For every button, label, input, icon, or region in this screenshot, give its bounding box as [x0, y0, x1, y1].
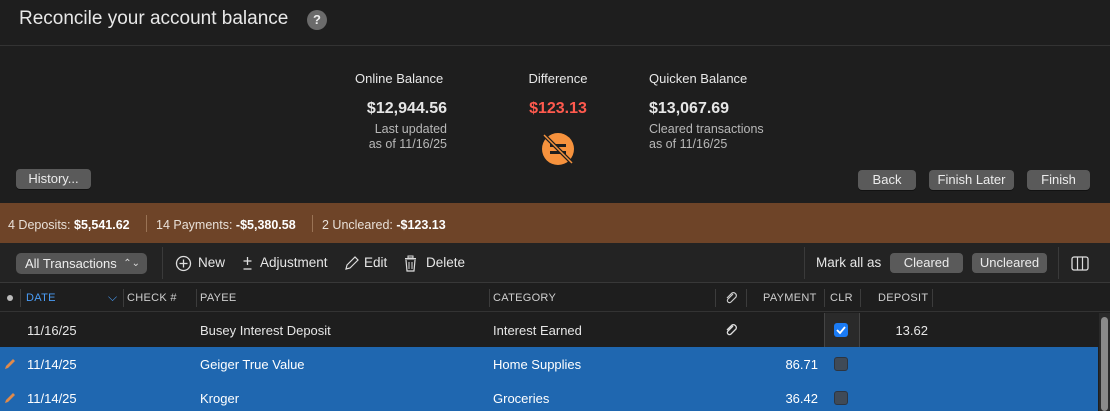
back-button[interactable]: Back	[858, 170, 916, 190]
delete-button[interactable]: Delete	[426, 255, 465, 270]
balance-summary: Online Balance $12,944.56 Last updated a…	[0, 47, 1110, 203]
row-date: 11/14/25	[27, 391, 77, 406]
column-clr[interactable]: CLR	[830, 292, 853, 304]
table-row[interactable]: 11/14/25 Geiger True Value Home Supplies…	[0, 347, 1098, 381]
transaction-filter-select[interactable]: All Transactions ⌃⌄	[16, 253, 147, 274]
row-payment: 86.71	[785, 357, 818, 372]
totals-bar: 4 Deposits: $5,541.62 14 Payments: -$5,3…	[0, 203, 1110, 243]
columns-icon[interactable]	[1071, 256, 1089, 271]
row-date: 11/14/25	[27, 357, 77, 372]
new-button[interactable]: New	[198, 255, 225, 270]
column-date[interactable]: DATE	[26, 292, 56, 304]
adjustment-button[interactable]: Adjustment	[260, 255, 328, 270]
column-deposit[interactable]: DEPOSIT	[878, 292, 928, 304]
edit-pencil-icon	[5, 393, 15, 403]
plus-circle-icon[interactable]	[175, 255, 192, 272]
column-payee[interactable]: PAYEE	[200, 292, 237, 304]
row-payee: Geiger True Value	[200, 357, 305, 372]
row-payee: Kroger	[200, 391, 240, 406]
quicken-balance-amount: $13,067.69	[649, 100, 730, 117]
table-row[interactable]: 11/16/25 Busey Interest Deposit Interest…	[0, 313, 1098, 347]
row-payee: Busey Interest Deposit	[200, 323, 331, 338]
row-category: Groceries	[493, 391, 550, 406]
online-balance-updated: Last updated	[374, 122, 447, 136]
online-balance-date: as of 11/16/25	[368, 137, 447, 151]
row-payment: 36.42	[785, 391, 818, 406]
quicken-balance-cleared: Cleared transactions	[649, 122, 764, 136]
check-icon	[836, 326, 846, 335]
column-payment[interactable]: PAYMENT	[763, 292, 817, 304]
column-check-number[interactable]: CHECK #	[127, 292, 177, 304]
history-button[interactable]: History...	[16, 169, 91, 189]
not-equal-icon	[542, 133, 574, 165]
register-header: DATE ⌵ CHECK # PAYEE CATEGORY PAYMENT CL…	[0, 284, 1110, 312]
finish-later-button[interactable]: Finish Later	[929, 170, 1014, 190]
cleared-checkbox[interactable]	[834, 357, 848, 371]
plus-minus-icon[interactable]	[239, 255, 256, 272]
row-category: Interest Earned	[493, 323, 582, 338]
cleared-checkbox[interactable]	[834, 391, 848, 405]
difference-amount: $123.13	[529, 100, 587, 117]
trash-icon[interactable]	[402, 255, 419, 272]
online-balance: Online Balance $12,944.56 Last updated a…	[355, 71, 447, 152]
table-row[interactable]: 11/14/25 Kroger Groceries 36.42	[0, 381, 1098, 411]
sort-descending-icon[interactable]: ⌵	[108, 290, 117, 305]
mark-all-label: Mark all as	[816, 255, 882, 270]
title-bar: Reconcile your account balance ?	[0, 0, 1110, 46]
online-balance-amount: $12,944.56	[366, 100, 447, 117]
cleared-checkbox[interactable]	[834, 323, 848, 337]
window-title: Reconcile your account balance	[19, 8, 289, 29]
attachment-icon[interactable]	[724, 323, 738, 337]
edit-button[interactable]: Edit	[364, 255, 387, 270]
row-deposit: 13.62	[895, 323, 928, 338]
row-date: 11/16/25	[27, 323, 77, 338]
quicken-balance-date: as of 11/16/25	[649, 137, 728, 151]
online-balance-label: Online Balance	[355, 71, 444, 86]
edit-pencil-icon	[5, 359, 15, 369]
quicken-balance-label: Quicken Balance	[649, 71, 748, 86]
uncleared-total: 2 Uncleared: -$123.13	[322, 218, 446, 232]
status-dot-icon	[7, 295, 13, 301]
finish-button[interactable]: Finish	[1027, 170, 1090, 190]
difference: Difference $123.13	[520, 71, 596, 118]
mark-uncleared-button[interactable]: Uncleared	[972, 253, 1047, 273]
pencil-icon[interactable]	[343, 255, 360, 272]
vertical-scrollbar[interactable]	[1099, 313, 1110, 411]
column-category[interactable]: CATEGORY	[493, 292, 556, 304]
row-category: Home Supplies	[493, 357, 582, 372]
chevron-updown-icon: ⌃⌄	[123, 258, 140, 269]
filter-value: All Transactions	[25, 256, 117, 271]
deposits-total: 4 Deposits: $5,541.62	[8, 218, 130, 232]
paperclip-icon	[726, 292, 737, 304]
difference-label: Difference	[528, 71, 588, 86]
transactions-toolbar: All Transactions ⌃⌄ New Adjustment Edit …	[0, 243, 1110, 283]
help-icon[interactable]: ?	[307, 10, 327, 30]
quicken-balance: Quicken Balance $13,067.69 Cleared trans…	[649, 71, 809, 152]
payments-total: 14 Payments: -$5,380.58	[156, 218, 296, 232]
scrollbar-thumb[interactable]	[1101, 317, 1108, 411]
mark-cleared-button[interactable]: Cleared	[890, 253, 963, 273]
